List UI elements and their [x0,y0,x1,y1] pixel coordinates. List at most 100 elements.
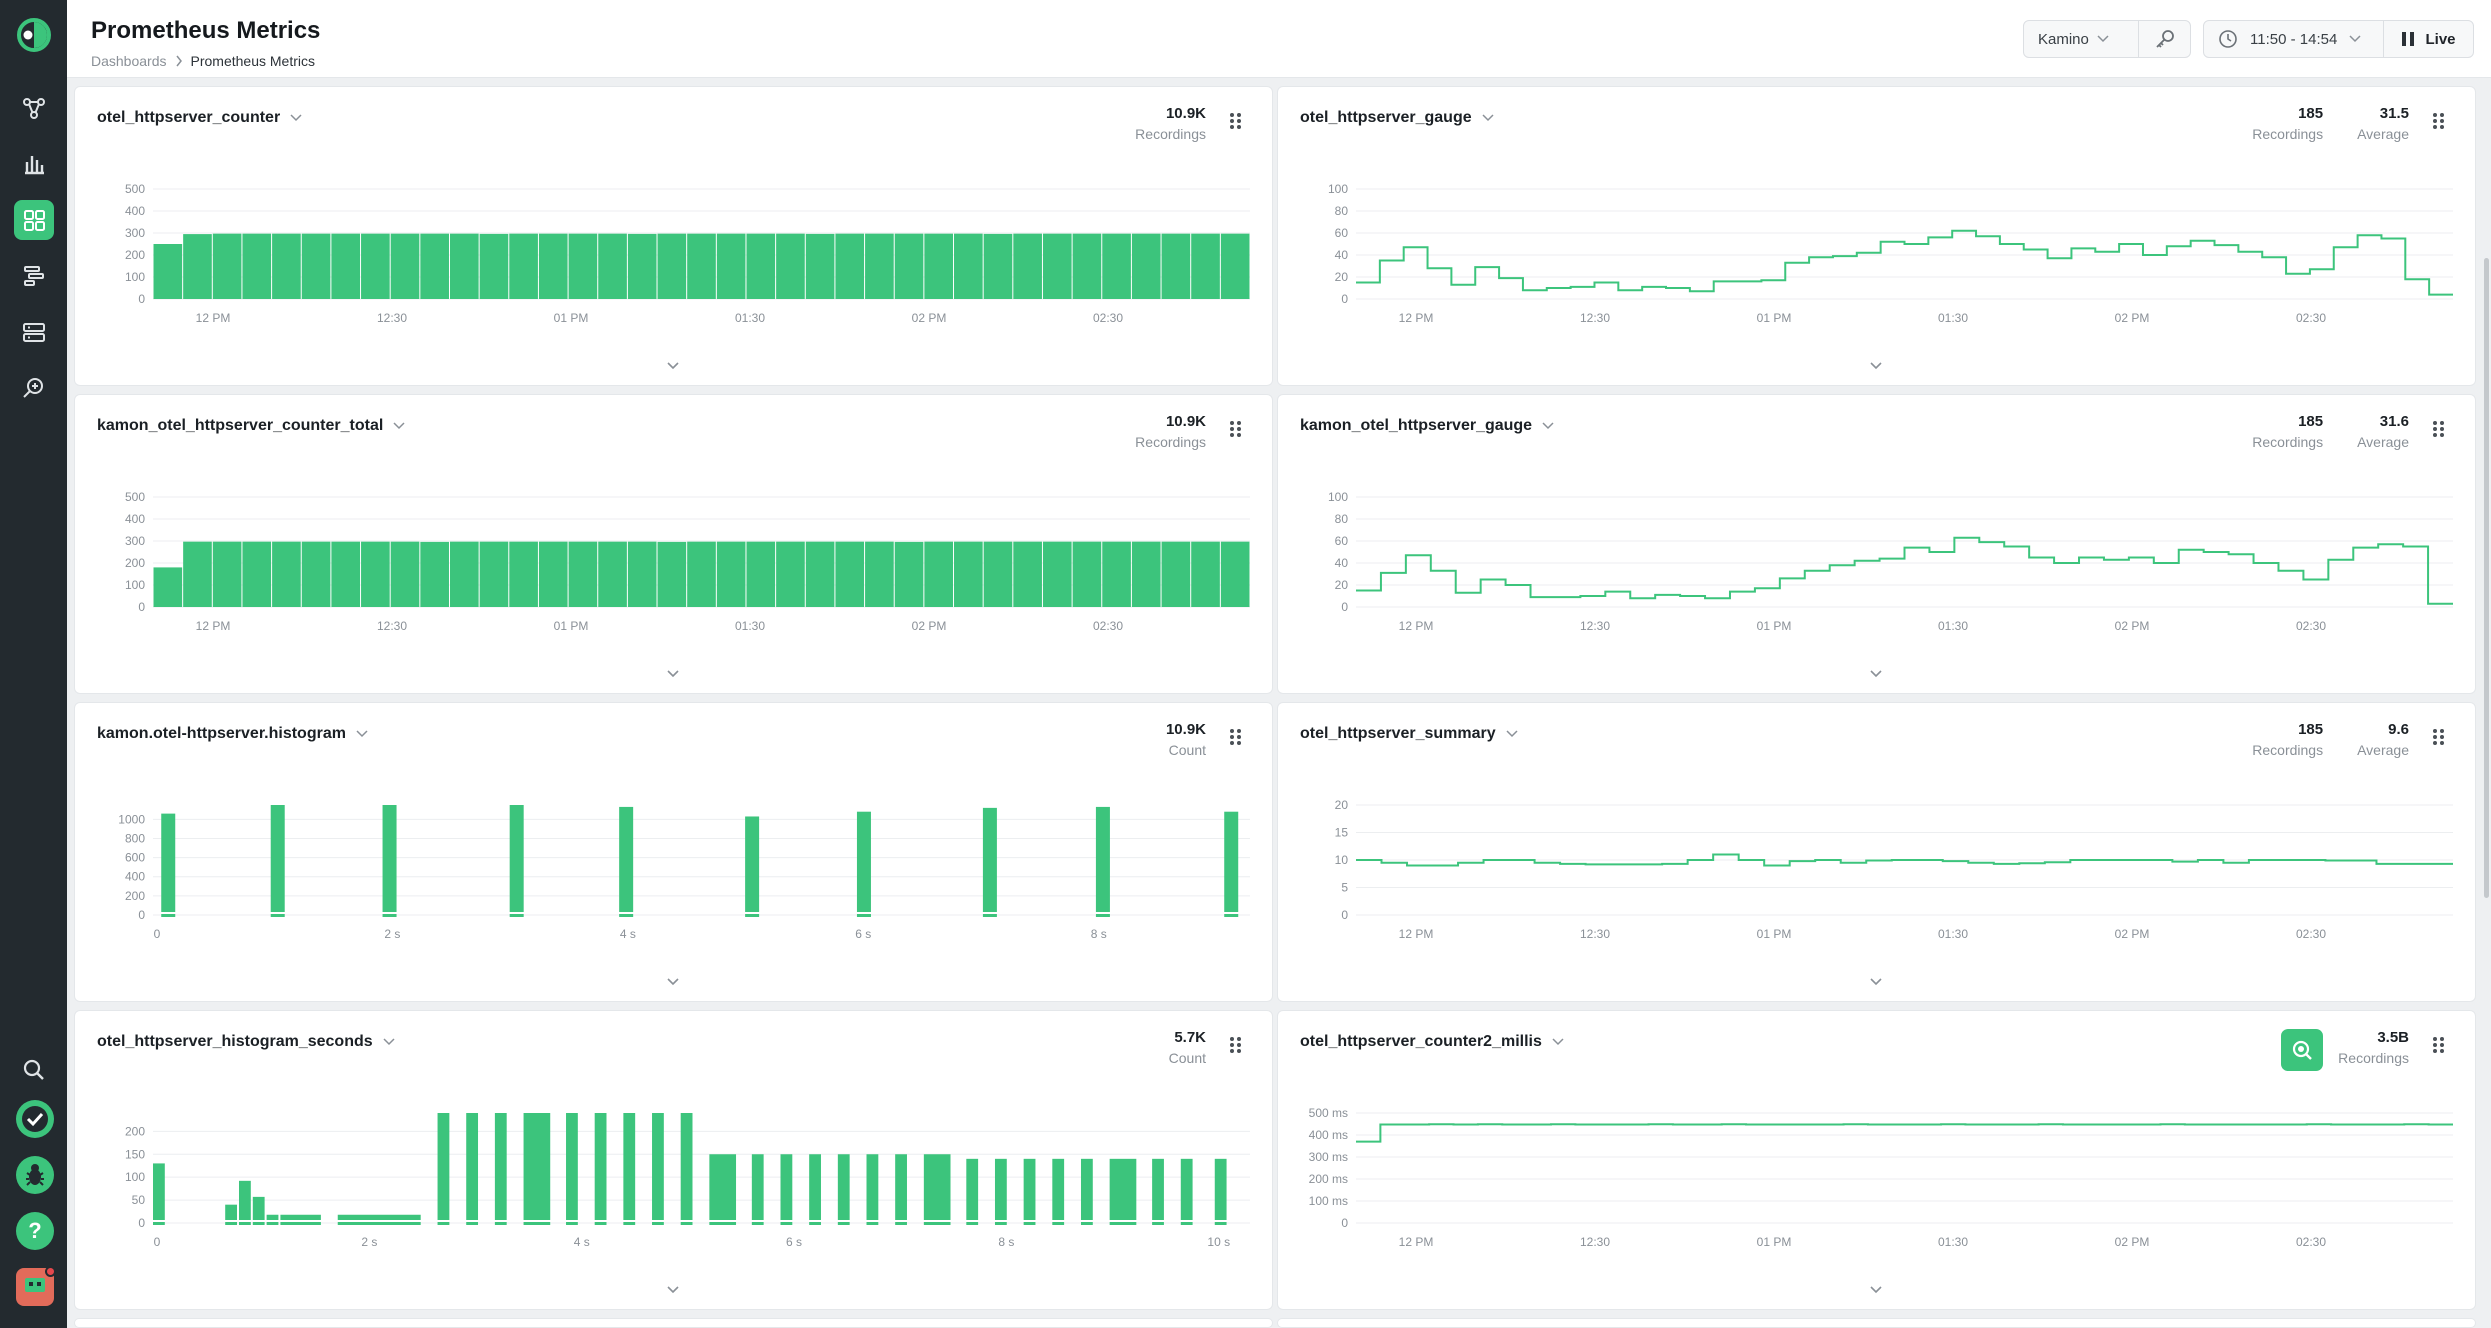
histogram-bar-base [270,914,285,917]
panel-title-dropdown[interactable]: otel_httpserver_counter2_millis [1300,1033,1564,1051]
scrollbar[interactable] [2481,78,2491,1328]
explore-button[interactable] [2281,1029,2323,1071]
stat-label: Recordings [2338,1050,2409,1066]
clock-icon [2219,30,2237,48]
drag-handle-icon[interactable] [2431,727,2447,747]
histogram-bar [623,1113,636,1220]
environment-dropdown[interactable]: Kamino [2024,31,2138,48]
bar [242,233,272,299]
metric-panel [74,1318,1273,1328]
stat-value: 3.5B [2377,1029,2409,1046]
bar [924,541,954,607]
y-tick-label: 150 [125,1147,145,1161]
expand-chevron-icon[interactable] [663,667,683,681]
bar [1131,541,1161,607]
panel-title-dropdown[interactable]: otel_httpserver_gauge [1300,109,1494,127]
bar [568,541,598,607]
bug-icon[interactable] [16,1156,54,1194]
histogram-bar-base [1109,1222,1137,1225]
drag-handle-icon[interactable] [1228,1035,1244,1055]
histogram-bar-base [280,1222,321,1225]
drag-handle-icon[interactable] [2431,1035,2447,1055]
bar-chart-icon[interactable] [14,144,54,184]
expand-chevron-icon[interactable] [663,359,683,373]
histogram-bar [809,1154,821,1220]
server-icon[interactable] [14,312,54,352]
histogram-bar-base [337,1222,421,1225]
stat-label: Count [1168,742,1206,758]
search-icon[interactable] [14,1050,54,1090]
breadcrumb-dashboards-link[interactable]: Dashboards [91,53,167,69]
api-key-button[interactable] [2138,21,2190,57]
histogram-bar-base [623,1222,636,1225]
histogram-bar [509,805,524,912]
y-tick-label: 5 [1341,881,1348,895]
panel-title: otel_httpserver_histogram_seconds [97,1033,373,1050]
panel-title: kamon.otel-httpserver.histogram [97,725,346,742]
help-icon[interactable]: ? [16,1212,54,1250]
traces-icon[interactable] [14,256,54,296]
bar [153,244,183,299]
drag-handle-icon[interactable] [1228,727,1244,747]
histogram-bar [966,1158,979,1220]
time-range-selector[interactable]: 11:50 - 14:54 [2204,21,2384,57]
x-tick-label: 01:30 [1938,1235,1968,1249]
panel-stats: 3.5B Recordings [2338,1029,2409,1066]
expand-chevron-icon[interactable] [663,1283,683,1297]
chart: 20 15 10 5 0 12 PM 12:30 01 PM 01:30 02 PM 02:30 [1335,798,2453,941]
y-tick-label: 500 [125,182,145,196]
panel-stats: 5.7K Count [1169,1029,1206,1066]
histogram-bar [619,806,634,912]
drag-handle-icon[interactable] [1228,419,1244,439]
bar [538,541,568,607]
panel-title-dropdown[interactable]: kamon_otel_httpserver_gauge [1300,417,1554,435]
histogram-bar [337,1214,421,1220]
y-tick-label: 100 ms [1309,1194,1348,1208]
y-tick-label: 0 [1341,292,1348,306]
histogram-bar [280,1214,321,1220]
expand-chevron-icon[interactable] [1866,975,1886,989]
drag-handle-icon[interactable] [1228,111,1244,131]
app-logo[interactable] [14,15,54,55]
expand-chevron-icon[interactable] [1866,667,1886,681]
stat-value: 5.7K [1174,1029,1206,1046]
help-glyph: ? [28,1218,42,1243]
topology-icon[interactable] [14,88,54,128]
y-tick-label: 0 [138,1216,145,1230]
chevron-down-icon [1482,114,1494,122]
panel-title-dropdown[interactable]: otel_httpserver_summary [1300,725,1518,743]
drag-handle-icon[interactable] [2431,111,2447,131]
x-tick-label: 8 s [998,1235,1014,1249]
y-tick-label: 400 [125,870,145,884]
histogram-bar [225,1204,238,1220]
y-tick-label: 0 [1341,600,1348,614]
panel-title-dropdown[interactable]: otel_httpserver_histogram_seconds [97,1033,395,1051]
metric-panel: otel_httpserver_histogram_seconds 5.7K Cou… [74,1010,1273,1310]
avatar[interactable] [16,1266,56,1306]
chevron-down-icon [393,422,405,430]
stat: 10.9K Count [1166,721,1206,758]
y-tick-label: 800 [125,831,145,845]
check-icon[interactable] [16,1100,54,1138]
panel-title-dropdown[interactable]: kamon_otel_httpserver_counter_total [97,417,405,435]
y-tick-label: 0 [138,908,145,922]
panel-title-dropdown[interactable]: kamon.otel-httpserver.histogram [97,725,368,743]
bar [805,233,835,299]
y-tick-label: 200 [125,1124,145,1138]
scrollbar-thumb[interactable] [2484,258,2489,898]
expand-chevron-icon[interactable] [1866,359,1886,373]
dashboard-icon[interactable] [14,200,54,240]
panel-title-dropdown[interactable]: otel_httpserver_counter [97,109,302,127]
live-toggle[interactable]: Live [2384,31,2473,48]
expand-chevron-icon[interactable] [1866,1283,1886,1297]
drag-handle-icon[interactable] [2431,419,2447,439]
expand-chevron-icon[interactable] [663,975,683,989]
y-tick-label: 0 [138,292,145,306]
environment-selector: Kamino [2023,20,2191,58]
bar [746,541,776,607]
search-analyze-icon[interactable] [14,368,54,408]
x-tick-label: 12 PM [196,311,231,325]
histogram-bar [751,1154,764,1220]
stat: 10.9K Recordings [1135,105,1206,142]
y-tick-label: 40 [1335,556,1349,570]
